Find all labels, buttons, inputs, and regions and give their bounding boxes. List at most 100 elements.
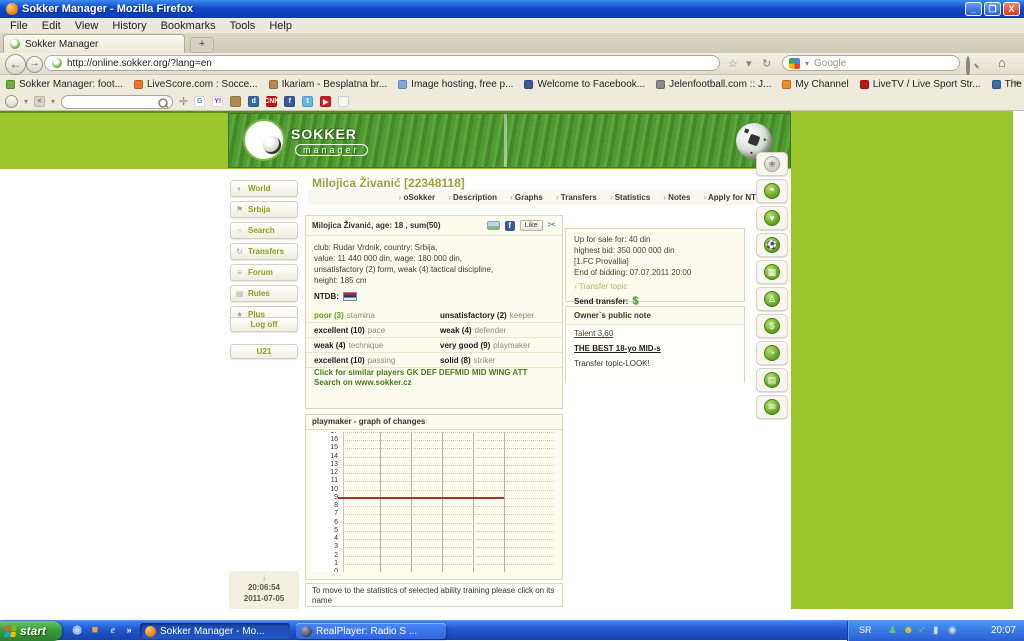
menu-item[interactable]: Tools	[223, 20, 263, 32]
subnav-link[interactable]: Apply for NT	[703, 193, 756, 202]
forward-button[interactable]: →	[26, 56, 43, 73]
start-button[interactable]: start	[0, 621, 62, 641]
home-icon[interactable]: ⌂	[998, 55, 1006, 70]
addon-site-icon[interactable]: G	[194, 96, 205, 107]
language-indicator[interactable]: SR	[854, 624, 877, 637]
bookmarks-overflow-chevron[interactable]: »	[1014, 77, 1020, 89]
back-button[interactable]: ←	[5, 54, 26, 75]
addon-search-input[interactable]	[61, 95, 173, 109]
serbia-flag-icon[interactable]	[343, 292, 357, 301]
owner-note-item[interactable]: THE BEST 18-yo MID-s	[566, 340, 744, 355]
sidebar-item-logoff[interactable]: Log off	[230, 317, 298, 332]
addon-site-icon[interactable]: t	[302, 96, 313, 107]
addon-site-icon[interactable]: f	[284, 96, 295, 107]
search-engine-dropdown-icon[interactable]: ▾	[805, 59, 809, 68]
subnav-link[interactable]: Graphs	[510, 193, 543, 202]
skill-name[interactable]: defender	[475, 326, 507, 335]
addon-site-icon[interactable]	[338, 96, 349, 107]
bookmark-item[interactable]: Jelenfootball.com :: J...	[656, 79, 771, 90]
tray-user-status-icon[interactable]: ♟	[888, 624, 897, 637]
share-dropdown-icon[interactable]: ▾	[51, 97, 55, 106]
new-tab-button[interactable]: +	[190, 37, 214, 53]
quicklaunch-app-icon[interactable]: ■	[88, 624, 102, 638]
restore-button[interactable]: ❐	[984, 2, 1001, 16]
menu-item[interactable]: History	[105, 20, 153, 32]
addon-site-icon[interactable]	[230, 96, 241, 107]
transfer-topic-link[interactable]: Transfer topic	[574, 282, 736, 291]
tab-sokker-manager[interactable]: Sokker Manager	[3, 34, 185, 53]
rail-tile[interactable]: $	[756, 314, 788, 338]
rail-tile[interactable]: ♥	[756, 206, 788, 230]
quicklaunch-overflow-chevron[interactable]: »	[122, 624, 136, 638]
similar-players-links[interactable]: Click for similar players GK DEF DEFMID …	[314, 368, 527, 388]
close-button[interactable]: X	[1003, 2, 1020, 16]
subnav-link[interactable]: Description	[448, 193, 497, 202]
rail-tile[interactable]: ✉	[756, 395, 788, 419]
taskbar-task-realplayer[interactable]: RealPlayer: Radio S ...	[296, 623, 446, 639]
subnav-link[interactable]: Transfers	[556, 193, 597, 202]
tray-smiley-icon[interactable]: ☻	[903, 624, 914, 637]
rail-tile[interactable]: ▤	[756, 368, 788, 392]
bookmark-item[interactable]: Ikariam - Besplatna br...	[269, 79, 388, 90]
compare-players-icon[interactable]: ✂	[548, 221, 556, 231]
sidebar-item[interactable]: ↻ Transfers	[230, 243, 298, 260]
facebook-icon[interactable]: f	[505, 221, 515, 231]
sidebar-item[interactable]: ○ Search	[230, 222, 298, 239]
skill-name[interactable]: pace	[368, 326, 385, 335]
screenshot-icon[interactable]	[487, 221, 500, 230]
rail-tile[interactable]: ◔	[756, 341, 788, 365]
rail-tile[interactable]: ❝	[756, 179, 788, 203]
search-box[interactable]: ▾ Google	[782, 55, 960, 71]
rail-tile[interactable]: ▦	[756, 260, 788, 284]
menu-item[interactable]: File	[3, 20, 35, 32]
bookmark-item[interactable]: LiveScore.com : Socce...	[134, 79, 258, 90]
addon-site-icon[interactable]: Y!	[212, 96, 223, 107]
tray-network-icon[interactable]: ▮	[933, 624, 939, 637]
sidebar-item[interactable]: ◐ World	[230, 180, 298, 197]
bookmark-item[interactable]: LiveTV / Live Sport Str...	[860, 79, 981, 90]
bookmark-item[interactable]: Sokker Manager: foot...	[6, 79, 123, 90]
skill-name[interactable]: striker	[474, 356, 496, 365]
bookmark-item[interactable]: Welcome to Facebook...	[524, 79, 645, 90]
skill-name[interactable]: passing	[368, 356, 396, 365]
skill-name[interactable]: stamina	[347, 311, 375, 320]
addon-menu-icon[interactable]	[5, 95, 18, 108]
addon-site-icon[interactable]: d	[248, 96, 259, 107]
reload-icon[interactable]: ↻	[762, 57, 771, 70]
skill-name[interactable]: playmaker	[493, 341, 530, 350]
rail-tile[interactable]: ♙	[756, 287, 788, 311]
sidebar-item[interactable]: ⚑ Srbija	[230, 201, 298, 218]
sokker-cz-link[interactable]: Search on www.sokker.cz	[314, 378, 527, 388]
menu-item[interactable]: Edit	[35, 20, 68, 32]
tray-antivirus-icon[interactable]: ✔	[918, 624, 926, 637]
bookmark-item[interactable]: My Channel	[782, 79, 848, 90]
taskbar-task-sokker[interactable]: Sokker Manager - Mo...	[140, 623, 290, 639]
skill-name[interactable]: technique	[349, 341, 384, 350]
similar-players-line[interactable]: Click for similar players GK DEF DEFMID …	[314, 368, 527, 378]
menu-item[interactable]: Bookmarks	[154, 20, 223, 32]
subnav-link[interactable]: Notes	[663, 193, 690, 202]
like-button[interactable]: Like	[520, 220, 543, 231]
sidebar-item-u21[interactable]: U21	[230, 344, 298, 359]
subnav-link[interactable]: Statistics	[610, 193, 650, 202]
share-icon[interactable]: <	[34, 96, 45, 107]
menu-item[interactable]: View	[68, 20, 106, 32]
addon-dropdown-icon[interactable]: ▾	[24, 97, 28, 106]
subnav-link[interactable]: oSokker	[399, 193, 435, 202]
rail-tile[interactable]: ❀	[756, 152, 788, 176]
bookmark-item[interactable]: Image hosting, free p...	[398, 79, 513, 90]
addon-site-icon[interactable]: ▶	[320, 96, 331, 107]
addon-site-icon[interactable]: CNN	[266, 96, 277, 107]
sidebar-item[interactable]: ▤ Rules	[230, 285, 298, 302]
tray-volume-icon[interactable]: ◉	[948, 624, 957, 637]
search-go-icon[interactable]	[966, 58, 970, 76]
history-dropdown-icon[interactable]: ▾	[746, 57, 752, 70]
quicklaunch-ie-icon[interactable]: e	[106, 624, 120, 638]
menu-item[interactable]: Help	[262, 20, 299, 32]
url-bar[interactable]: http://online.sokker.org/?lang=en	[44, 55, 720, 71]
owner-note-item[interactable]: Talent 3,60	[566, 325, 744, 340]
quicklaunch-messenger-icon[interactable]: ◉	[70, 624, 84, 638]
rail-tile[interactable]: ⚽	[756, 233, 788, 257]
sidebar-item[interactable]: ≡ Forum	[230, 264, 298, 281]
minimize-button[interactable]: _	[965, 2, 982, 16]
